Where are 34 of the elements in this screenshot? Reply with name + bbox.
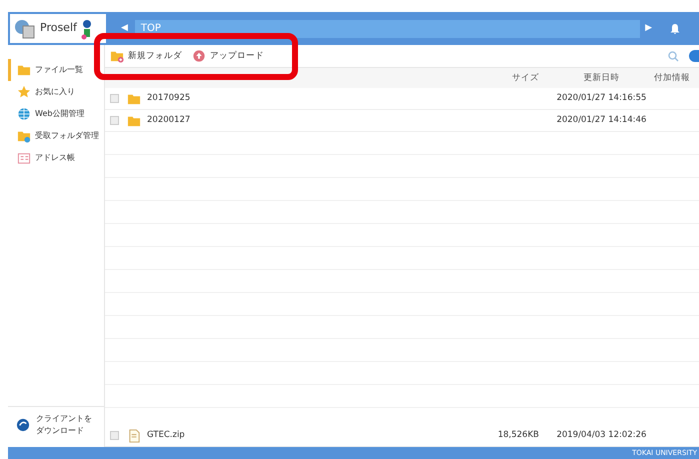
modified-date: 2020/01/27 14:14:46 xyxy=(556,114,648,127)
server-icon xyxy=(14,18,36,38)
file-name[interactable]: GTEC.zip xyxy=(147,429,469,442)
column-header[interactable]: 更新日時 xyxy=(549,72,654,84)
checkbox[interactable] xyxy=(110,431,119,440)
globe-icon xyxy=(16,418,30,432)
address-book-icon xyxy=(17,151,31,165)
logo-text: Proself xyxy=(40,20,77,36)
folder-icon xyxy=(17,63,31,77)
logo[interactable]: Proself xyxy=(10,14,106,43)
checkbox[interactable] xyxy=(110,116,119,125)
upload-icon xyxy=(192,49,206,63)
column-header[interactable]: 付加情報 xyxy=(654,72,699,84)
bell-icon[interactable] xyxy=(669,22,681,34)
folder-icon xyxy=(17,129,31,143)
file-name[interactable]: 20200127 xyxy=(147,114,469,127)
modified-date: 2020/01/27 14:16:55 xyxy=(556,92,648,105)
search-icon[interactable] xyxy=(668,50,679,62)
new-folder-button[interactable]: 新規フォルダ xyxy=(110,49,182,63)
sidebar-item[interactable]: お気に入り xyxy=(8,81,104,103)
mascot-icon xyxy=(80,18,93,40)
globe-icon xyxy=(17,107,31,121)
sidebar-item[interactable]: 受取フォルダ管理 xyxy=(8,125,104,147)
file-size: 18,526KB xyxy=(496,429,540,442)
checkbox[interactable] xyxy=(110,94,119,103)
new-folder-icon xyxy=(110,49,124,63)
star-icon xyxy=(17,85,31,99)
document-icon xyxy=(127,428,141,442)
file-name[interactable]: 20170925 xyxy=(147,92,469,105)
upload-button[interactable]: アップロード xyxy=(192,49,264,63)
sidebar-item[interactable]: Web公開管理 xyxy=(8,103,104,125)
sidebar-item[interactable]: アドレス帳 xyxy=(8,147,104,169)
column-header[interactable]: サイズ xyxy=(469,72,549,84)
modified-date: 2019/04/03 12:02:26 xyxy=(556,429,648,442)
